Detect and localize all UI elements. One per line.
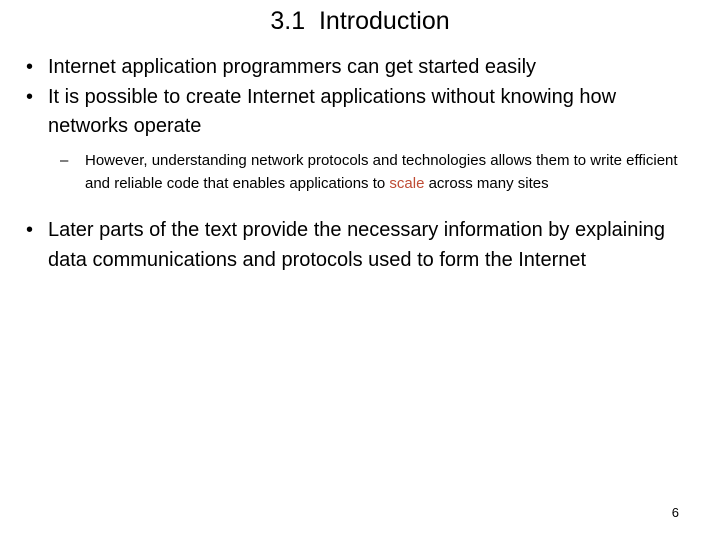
bullet-marker-icon: • xyxy=(26,56,34,78)
bullet-list-level-1-continued: • Later parts of the text provide the ne… xyxy=(0,216,720,275)
slide-canvas: 3.1 Introduction • Internet application … xyxy=(0,0,720,540)
slide-body: • Internet application programmers can g… xyxy=(0,53,720,275)
bullet-item-2: • It is possible to create Internet appl… xyxy=(0,83,720,142)
bullet-marker-icon: • xyxy=(26,219,34,242)
highlighted-term: scale xyxy=(389,175,425,193)
bullet-item-1-text: Internet application programmers can get… xyxy=(48,56,537,78)
bullet-list-level-2: – However, understanding network protoco… xyxy=(0,149,720,197)
sub-bullet-text-after: across many sites xyxy=(424,175,549,193)
bullet-list-level-1: • Internet application programmers can g… xyxy=(0,53,720,142)
dash-marker-icon: – xyxy=(60,151,69,169)
sub-bullet-item-1: – However, understanding network protoco… xyxy=(0,149,720,197)
bullet-item-1: • Internet application programmers can g… xyxy=(0,53,720,83)
bullet-item-3: • Later parts of the text provide the ne… xyxy=(0,216,720,275)
page-title: 3.1 Introduction xyxy=(270,7,450,35)
bullet-item-2-text: It is possible to create Internet applic… xyxy=(48,85,617,138)
page-number: 6 xyxy=(671,505,679,520)
sub-bullet-text-before: However, understanding network protocols… xyxy=(85,151,678,193)
sub-bullet-block: – However, understanding network protoco… xyxy=(0,149,720,197)
bullet-item-3-text: Later parts of the text provide the nece… xyxy=(48,219,666,271)
bullet-marker-icon: • xyxy=(26,85,34,108)
